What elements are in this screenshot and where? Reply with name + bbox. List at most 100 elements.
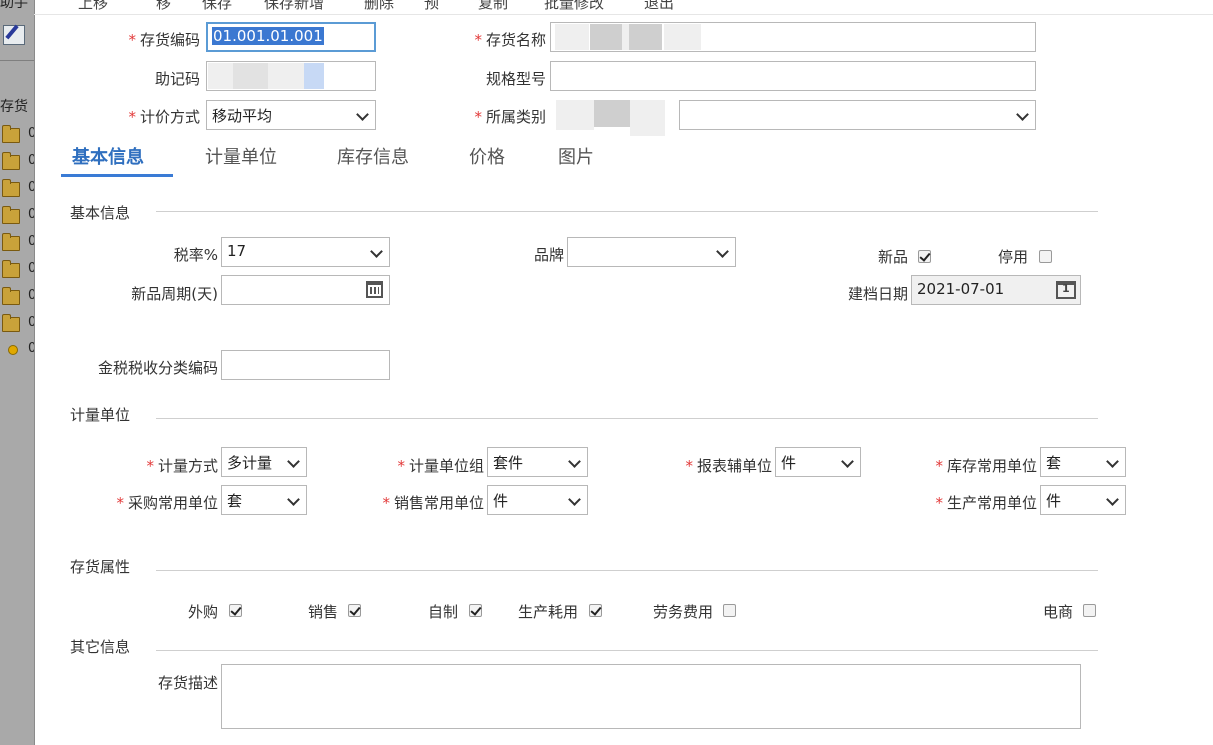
tree-item[interactable]: 0 xyxy=(28,341,34,356)
chevron-down-icon xyxy=(287,455,300,468)
toolbar-item[interactable]: 删除 xyxy=(364,0,394,13)
purchase-unit-select[interactable]: 套 xyxy=(221,485,307,515)
redacted-block xyxy=(268,63,304,89)
code-label: * 存货编码 xyxy=(128,31,200,49)
new-product-checkbox[interactable] xyxy=(918,250,931,263)
tax-code-input[interactable] xyxy=(221,350,390,380)
folder-icon[interactable] xyxy=(2,125,20,143)
tree-item[interactable]: 0 xyxy=(28,261,34,276)
toolbar: 上移 移 保存 保存新增 删除 预 复制 批量修改 退出 xyxy=(34,0,1213,15)
report-aux-label: * 报表辅单位 xyxy=(685,457,772,475)
folder-icon[interactable] xyxy=(2,233,20,251)
category-select[interactable] xyxy=(679,100,1036,130)
calendar-icon[interactable] xyxy=(1056,281,1076,299)
redacted-block xyxy=(556,100,594,130)
folder-icon[interactable] xyxy=(2,287,20,305)
redacted-block xyxy=(555,24,589,50)
tab-images[interactable]: 图片 xyxy=(558,143,594,169)
sales-unit-select[interactable]: 件 xyxy=(487,485,588,515)
tax-rate-select[interactable]: 17 xyxy=(221,237,390,267)
tab-basic-info[interactable]: 基本信息 xyxy=(72,143,144,169)
toolbar-item[interactable]: 保存 xyxy=(202,0,232,13)
left-panel-divider xyxy=(0,60,34,61)
attr-service-checkbox[interactable] xyxy=(723,604,736,617)
tree-item[interactable]: 0 xyxy=(28,126,34,141)
stock-unit-select[interactable]: 套 xyxy=(1040,447,1126,477)
new-product-label: 新品 xyxy=(877,248,908,266)
mnemonic-label: 助记码 xyxy=(154,70,200,88)
attr-sales-checkbox[interactable] xyxy=(348,604,361,617)
attr-purchase-checkbox[interactable] xyxy=(229,604,242,617)
brand-label: 品牌 xyxy=(533,246,564,264)
left-panel-header: 存货 xyxy=(0,99,28,115)
unit-group-label: * 计量单位组 xyxy=(397,457,484,475)
pricing-select[interactable]: 移动平均 xyxy=(206,100,376,130)
section-other: 其它信息 xyxy=(70,638,131,656)
tree-item[interactable]: 0 xyxy=(28,234,34,249)
redacted-block xyxy=(208,63,233,89)
edit-icon[interactable] xyxy=(3,25,25,45)
attr-ecommerce-checkbox[interactable] xyxy=(1083,604,1096,617)
spec-label: 规格型号 xyxy=(485,70,546,88)
tree-item[interactable]: 0 xyxy=(28,315,34,330)
tree-item[interactable]: 0 xyxy=(28,153,34,168)
attr-selfmade-label: 自制 xyxy=(427,603,458,621)
code-input[interactable]: 01.001.01.001 xyxy=(206,22,376,52)
leaf-dot-icon[interactable] xyxy=(8,345,18,355)
report-aux-select[interactable]: 件 xyxy=(775,447,861,477)
tab-inventory-info[interactable]: 库存信息 xyxy=(337,143,409,169)
new-period-input[interactable] xyxy=(221,275,390,305)
chevron-down-icon xyxy=(568,493,581,506)
calculator-icon[interactable] xyxy=(366,281,383,298)
unit-method-select[interactable]: 多计量 xyxy=(221,447,307,477)
folder-icon[interactable] xyxy=(2,260,20,278)
chevron-down-icon xyxy=(287,493,300,506)
toolbar-item[interactable]: 上移 xyxy=(78,0,108,13)
spec-input[interactable] xyxy=(550,61,1036,91)
unit-group-select[interactable]: 套件 xyxy=(487,447,588,477)
redacted-block xyxy=(664,24,701,50)
chevron-down-icon xyxy=(1016,108,1029,121)
folder-icon[interactable] xyxy=(2,314,20,332)
folder-icon[interactable] xyxy=(2,152,20,170)
chevron-down-icon xyxy=(568,455,581,468)
toolbar-item[interactable]: 批量修改 xyxy=(544,0,604,13)
tax-code-label: 金税税收分类编码 xyxy=(97,359,218,377)
tree-item[interactable]: 0 xyxy=(28,180,34,195)
tree-item[interactable]: 0 xyxy=(28,288,34,303)
chevron-down-icon xyxy=(356,108,369,121)
section-divider xyxy=(156,650,1098,651)
section-divider xyxy=(156,570,1098,571)
section-basic-info: 基本信息 xyxy=(70,204,131,222)
chevron-down-icon xyxy=(1106,493,1119,506)
toolbar-item[interactable]: 退出 xyxy=(644,0,674,13)
disabled-label: 停用 xyxy=(997,248,1028,266)
redacted-block xyxy=(304,63,324,89)
brand-select[interactable] xyxy=(567,237,736,267)
attr-selfmade-checkbox[interactable] xyxy=(469,604,482,617)
section-attributes: 存货属性 xyxy=(70,558,131,576)
toolbar-item[interactable]: 移 xyxy=(156,0,171,13)
left-panel-top-label: 助手 xyxy=(0,0,28,11)
section-divider xyxy=(156,418,1098,419)
unit-method-label: * 计量方式 xyxy=(146,457,218,475)
tree-item[interactable]: 0 xyxy=(28,207,34,222)
toolbar-item[interactable]: 保存新增 xyxy=(264,0,324,13)
disabled-checkbox[interactable] xyxy=(1039,250,1052,263)
folder-icon[interactable] xyxy=(2,206,20,224)
attr-production-label: 生产耗用 xyxy=(517,603,578,621)
new-period-label: 新品周期(天) xyxy=(131,285,218,303)
toolbar-item[interactable]: 预 xyxy=(424,0,439,13)
description-textarea[interactable] xyxy=(221,664,1081,729)
tab-units[interactable]: 计量单位 xyxy=(205,143,277,169)
folder-icon[interactable] xyxy=(2,179,20,197)
toolbar-item[interactable]: 复制 xyxy=(478,0,508,13)
tab-price[interactable]: 价格 xyxy=(469,143,505,169)
redacted-block xyxy=(590,24,622,50)
production-unit-select[interactable]: 件 xyxy=(1040,485,1126,515)
stock-unit-label: * 库存常用单位 xyxy=(935,457,1037,475)
name-label: * 存货名称 xyxy=(474,31,546,49)
description-label: 存货描述 xyxy=(157,674,218,692)
pricing-label: * 计价方式 xyxy=(128,108,200,126)
attr-production-checkbox[interactable] xyxy=(589,604,602,617)
